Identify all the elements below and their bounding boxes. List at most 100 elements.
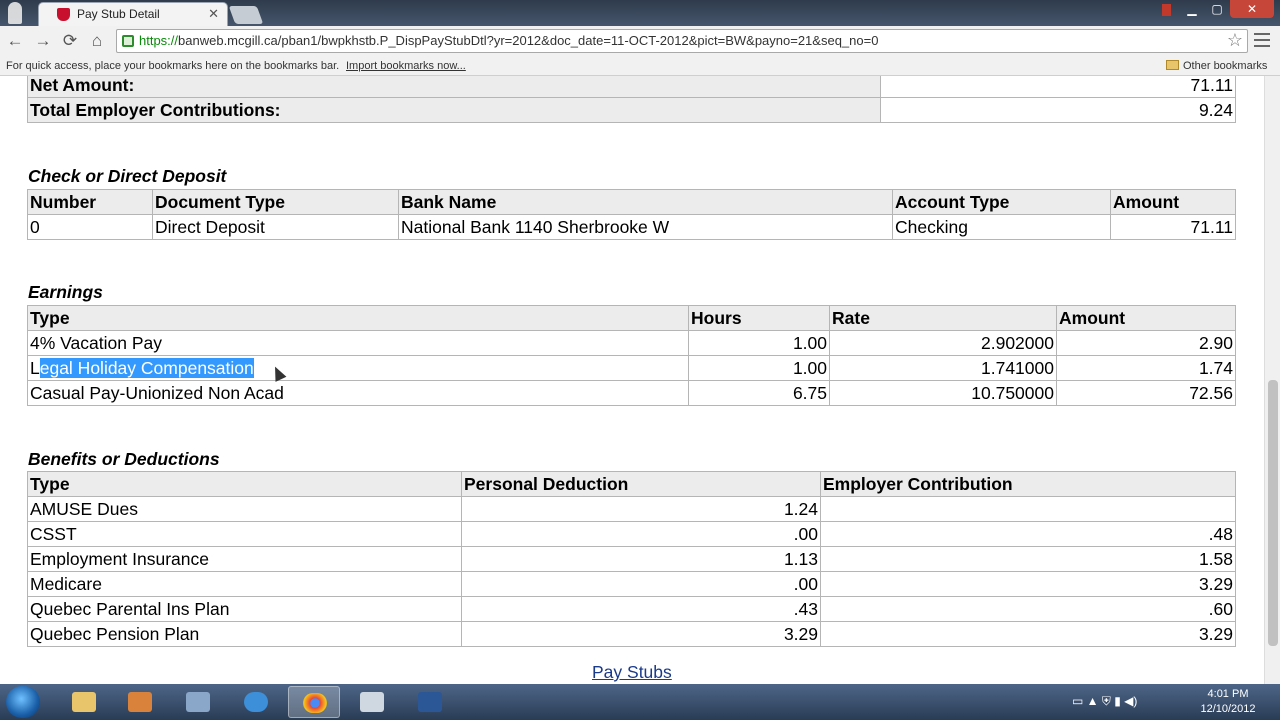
col-header: Account Type [892, 189, 1111, 215]
table-cell: 1.74 [1056, 355, 1236, 381]
back-button[interactable]: ← [4, 30, 26, 52]
scrollbar-thumb[interactable] [1268, 380, 1278, 646]
table-cell: Quebec Pension Plan [27, 621, 462, 647]
chrome-icon [303, 693, 327, 713]
import-bookmarks-link[interactable]: Import bookmarks now... [346, 60, 466, 72]
col-header: Document Type [152, 189, 399, 215]
deposit-table: Number Document Type Bank Name Account T… [27, 189, 1236, 240]
benefits-caption: Benefits or Deductions [28, 449, 220, 469]
maximize-button[interactable]: ▢ [1206, 0, 1228, 18]
taskbar-clock[interactable]: 4:01 PM 12/10/2012 [1196, 687, 1260, 717]
table-cell: Casual Pay-Unionized Non Acad [27, 380, 689, 406]
taskbar-media-player[interactable] [114, 686, 166, 718]
reload-button[interactable]: ⟳ [59, 30, 81, 52]
browser-titlebar: Pay Stub Detail ✕ ▁ ▢ ✕ [0, 0, 1280, 26]
internet-explorer-icon [244, 692, 268, 712]
col-header: Type [27, 305, 689, 331]
col-header: Type [27, 471, 462, 497]
minimize-button[interactable]: ▁ [1180, 0, 1204, 18]
table-cell: Medicare [27, 571, 462, 597]
start-button[interactable] [6, 686, 40, 718]
media-player-icon [128, 692, 152, 712]
table-cell: National Bank 1140 Sherbrooke W [398, 214, 893, 240]
profile-icon[interactable] [8, 2, 22, 24]
table-cell: 1.13 [461, 546, 821, 572]
table-cell: 71.11 [1110, 214, 1236, 240]
page-scrollbar[interactable] [1264, 76, 1280, 684]
table-cell: Employment Insurance [27, 546, 462, 572]
new-tab-button[interactable] [228, 6, 264, 24]
table-row: Quebec Pension Plan 3.29 3.29 [27, 621, 1236, 647]
lock-icon[interactable] [122, 35, 134, 47]
table-row: Net Amount: 71.11 [27, 76, 1236, 98]
extension-icon[interactable] [1162, 4, 1171, 16]
url-text[interactable]: https://banweb.mcgill.ca/pban1/bwpkhstb.… [139, 33, 878, 48]
table-cell: 2.902000 [829, 330, 1057, 356]
col-header: Personal Deduction [461, 471, 821, 497]
tab-close-icon[interactable]: ✕ [208, 6, 219, 22]
table-cell: 3.29 [820, 621, 1236, 647]
taskbar-explorer[interactable] [58, 686, 110, 718]
table-cell: 10.750000 [829, 380, 1057, 406]
pay-stubs-link[interactable]: Pay Stubs [592, 662, 672, 683]
cell-text: L [30, 357, 40, 378]
close-window-button[interactable]: ✕ [1230, 0, 1274, 18]
table-cell: 3.29 [461, 621, 821, 647]
table-header-row: Type Personal Deduction Employer Contrib… [27, 471, 1236, 497]
table-header-row: Number Document Type Bank Name Account T… [27, 189, 1236, 215]
table-row: 4% Vacation Pay 1.00 2.902000 2.90 [27, 330, 1236, 356]
url-path: banweb.mcgill.ca/pban1/bwpkhstb.P_DispPa… [178, 33, 879, 48]
table-cell: CSST [27, 521, 462, 547]
table-cell: .00 [461, 571, 821, 597]
table-cell: .00 [461, 521, 821, 547]
table-cell: .60 [820, 596, 1236, 622]
url-scheme: https:// [139, 33, 179, 48]
system-tray[interactable]: ▭ ▲ ⛨ ▮ ◀) [1072, 694, 1137, 709]
table-cell: Direct Deposit [152, 214, 399, 240]
bookmark-star-icon[interactable]: ☆ [1227, 30, 1243, 51]
taskbar-notepad[interactable] [346, 686, 398, 718]
explorer-icon [72, 692, 96, 712]
taskbar-network[interactable] [172, 686, 224, 718]
taskbar-chrome[interactable] [288, 686, 340, 718]
word-icon [418, 692, 442, 712]
col-header: Rate [829, 305, 1057, 331]
tab-pay-stub-detail[interactable]: Pay Stub Detail ✕ [38, 2, 228, 26]
benefits-table: Type Personal Deduction Employer Contrib… [27, 471, 1236, 647]
table-row: Total Employer Contributions: 9.24 [27, 97, 1236, 123]
other-bookmarks-label: Other bookmarks [1183, 60, 1268, 72]
table-cell: Checking [892, 214, 1111, 240]
table-row: AMUSE Dues 1.24 [27, 496, 1236, 522]
col-header: Number [27, 189, 153, 215]
table-cell [820, 496, 1236, 522]
other-bookmarks[interactable]: Other bookmarks [1166, 60, 1267, 72]
clock-time: 4:01 PM [1207, 688, 1249, 700]
table-cell: 4% Vacation Pay [27, 330, 689, 356]
deposit-caption: Check or Direct Deposit [28, 166, 227, 186]
tab-title: Pay Stub Detail [77, 7, 160, 21]
clock-date: 12/10/2012 [1200, 703, 1256, 715]
table-cell[interactable]: Legal Holiday Compensation [27, 355, 689, 381]
mcgill-favicon-icon [57, 8, 70, 21]
taskbar-internet-explorer[interactable] [230, 686, 282, 718]
col-header: Hours [688, 305, 830, 331]
chrome-menu-icon[interactable] [1254, 33, 1270, 47]
bookmarks-hint: For quick access, place your bookmarks h… [6, 60, 340, 72]
table-header-row: Type Hours Rate Amount [27, 305, 1236, 331]
forward-button[interactable]: → [32, 30, 54, 52]
table-cell: 1.00 [688, 330, 830, 356]
taskbar-word[interactable] [404, 686, 456, 718]
table-cell: 3.29 [820, 571, 1236, 597]
earnings-table: Type Hours Rate Amount 4% Vacation Pay 1… [27, 305, 1236, 406]
table-row: Employment Insurance 1.13 1.58 [27, 546, 1236, 572]
employer-contributions-value: 9.24 [880, 97, 1236, 123]
home-button[interactable]: ⌂ [86, 30, 108, 52]
selected-text[interactable]: egal Holiday Compensation [39, 357, 254, 378]
col-header: Amount [1110, 189, 1236, 215]
address-bar[interactable]: https://banweb.mcgill.ca/pban1/bwpkhstb.… [116, 29, 1248, 53]
col-header: Amount [1056, 305, 1236, 331]
windows-taskbar: ▭ ▲ ⛨ ▮ ◀) 4:01 PM 12/10/2012 [0, 684, 1280, 720]
totals-table: Net Amount: 71.11 Total Employer Contrib… [27, 76, 1236, 123]
net-amount-value: 71.11 [880, 76, 1236, 98]
table-row: Casual Pay-Unionized Non Acad 6.75 10.75… [27, 380, 1236, 406]
